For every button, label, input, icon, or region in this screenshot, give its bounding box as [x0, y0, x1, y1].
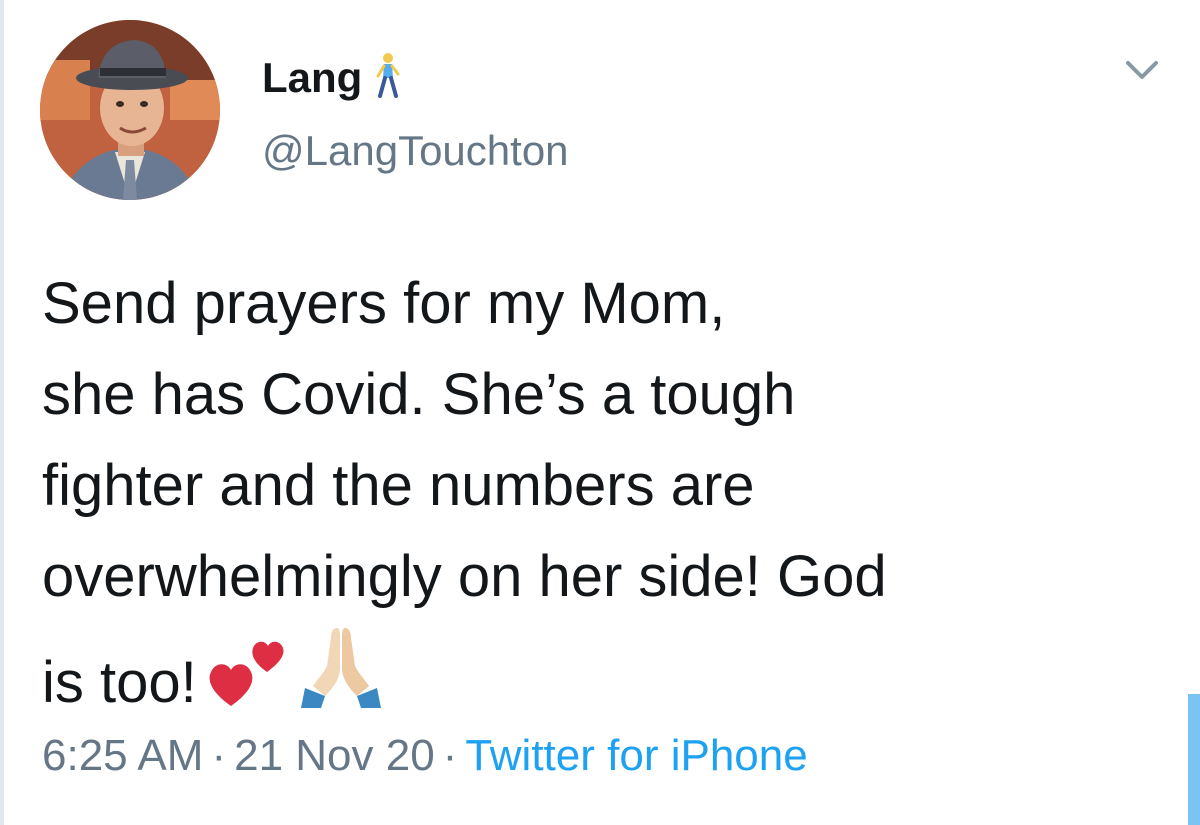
- person-walking-emoji: [372, 52, 402, 103]
- chevron-down-icon[interactable]: [1124, 58, 1160, 82]
- scrollbar[interactable]: [1188, 694, 1200, 825]
- avatar[interactable]: [40, 20, 220, 200]
- tweet-text-line: overwhelmingly on her side! God: [42, 544, 887, 609]
- tweet-date[interactable]: 21 Nov 20: [234, 731, 435, 780]
- tweet-meta: 6:25 AM · 21 Nov 20 · Twitter for iPhone: [42, 734, 808, 778]
- author-name-row: Lang: [262, 52, 402, 103]
- tweet-text-line: fighter and the numbers are: [42, 453, 755, 518]
- meta-separator: ·: [442, 731, 458, 780]
- meta-separator: ·: [211, 731, 227, 780]
- tweet-text-line: Send prayers for my Mom,: [42, 271, 726, 336]
- left-border: [0, 0, 4, 825]
- tweet-text: Send prayers for my Mom, she has Covid. …: [42, 258, 1162, 734]
- folded-hands-emoji: [299, 622, 383, 734]
- tweet-text-line: is too!: [42, 650, 197, 715]
- tweet-time[interactable]: 6:25 AM: [42, 731, 203, 780]
- author-display-name[interactable]: Lang: [262, 56, 362, 99]
- tweet-text-line: she has Covid. She’s a tough: [42, 362, 796, 427]
- author-handle[interactable]: @LangTouchton: [262, 130, 569, 172]
- tweet-text-last-line: is too!: [42, 622, 1162, 734]
- two-hearts-emoji: [207, 632, 289, 734]
- tweet-source-link[interactable]: Twitter for iPhone: [465, 731, 807, 780]
